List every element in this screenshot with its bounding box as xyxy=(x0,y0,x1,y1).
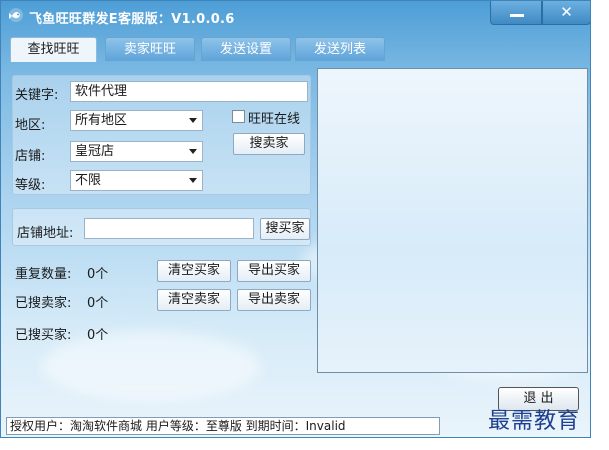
shop-select-value: 皇冠店 xyxy=(75,144,115,159)
online-checkbox[interactable] xyxy=(232,110,245,123)
shop-label: 店铺: xyxy=(15,149,46,164)
fish-app-icon xyxy=(9,8,23,22)
shop-url-input[interactable] xyxy=(84,218,254,239)
searched-buyers-label: 已搜买家: xyxy=(15,328,72,343)
search-seller-button[interactable]: 搜卖家 xyxy=(233,133,305,155)
status-bar: 授权用户：淘淘软件商城 用户等级：至尊版 到期时间：Invalid xyxy=(6,417,440,435)
tab-seller-wangwang[interactable]: 卖家旺旺 xyxy=(105,37,195,61)
keyword-input[interactable]: 软件代理 xyxy=(70,81,308,102)
search-buyer-button[interactable]: 搜买家 xyxy=(260,218,310,240)
level-select[interactable]: 不限 xyxy=(70,170,203,191)
region-select-value: 所有地区 xyxy=(75,113,128,128)
searched-sellers-value: 0个 xyxy=(87,296,109,311)
keyword-label: 关键字: xyxy=(15,88,59,103)
online-label: 旺旺在线 xyxy=(248,112,301,127)
duplicate-count-value: 0个 xyxy=(87,267,109,282)
level-select-value: 不限 xyxy=(75,173,102,188)
watermark-text: 最需教育 xyxy=(488,409,581,434)
window-title: 飞鱼旺旺群发E客服版：V1.0.0.6 xyxy=(29,12,235,27)
minimize-icon xyxy=(510,14,524,17)
app-window: 飞鱼旺旺群发E客服版：V1.0.0.6 ✕ 查找旺旺 卖家旺旺 发送设置 发送列… xyxy=(0,0,591,438)
region-select[interactable]: 所有地区 xyxy=(70,110,203,131)
title-bar[interactable]: 飞鱼旺旺群发E客服版：V1.0.0.6 ✕ xyxy=(1,1,590,31)
dropdown-arrow-icon xyxy=(189,118,197,123)
tab-send-settings[interactable]: 发送设置 xyxy=(201,37,291,61)
region-label: 地区: xyxy=(15,118,46,133)
results-list-panel[interactable] xyxy=(317,68,588,373)
searched-sellers-label: 已搜卖家: xyxy=(15,296,72,311)
export-sellers-button[interactable]: 导出卖家 xyxy=(237,289,311,311)
dropdown-arrow-icon xyxy=(189,178,197,183)
tab-find-wangwang[interactable]: 查找旺旺 xyxy=(10,37,97,62)
searched-buyers-value: 0个 xyxy=(87,328,109,343)
clear-buyers-button[interactable]: 清空买家 xyxy=(157,260,231,282)
level-label: 等级: xyxy=(15,178,46,193)
close-icon: ✕ xyxy=(560,3,573,21)
export-buyers-button[interactable]: 导出买家 xyxy=(237,260,311,282)
minimize-button[interactable] xyxy=(490,1,542,25)
shop-url-label: 店铺地址: xyxy=(17,226,74,241)
duplicate-count-label: 重复数量: xyxy=(15,267,72,282)
dropdown-arrow-icon xyxy=(189,149,197,154)
search-panel: 关键字: 软件代理 地区: 所有地区 旺旺在线 搜卖家 店铺: 皇冠店 等级: … xyxy=(10,61,317,381)
shop-select[interactable]: 皇冠店 xyxy=(70,141,203,162)
clear-sellers-button[interactable]: 清空卖家 xyxy=(157,289,231,311)
close-button[interactable]: ✕ xyxy=(542,1,590,25)
tab-send-list[interactable]: 发送列表 xyxy=(295,37,385,61)
